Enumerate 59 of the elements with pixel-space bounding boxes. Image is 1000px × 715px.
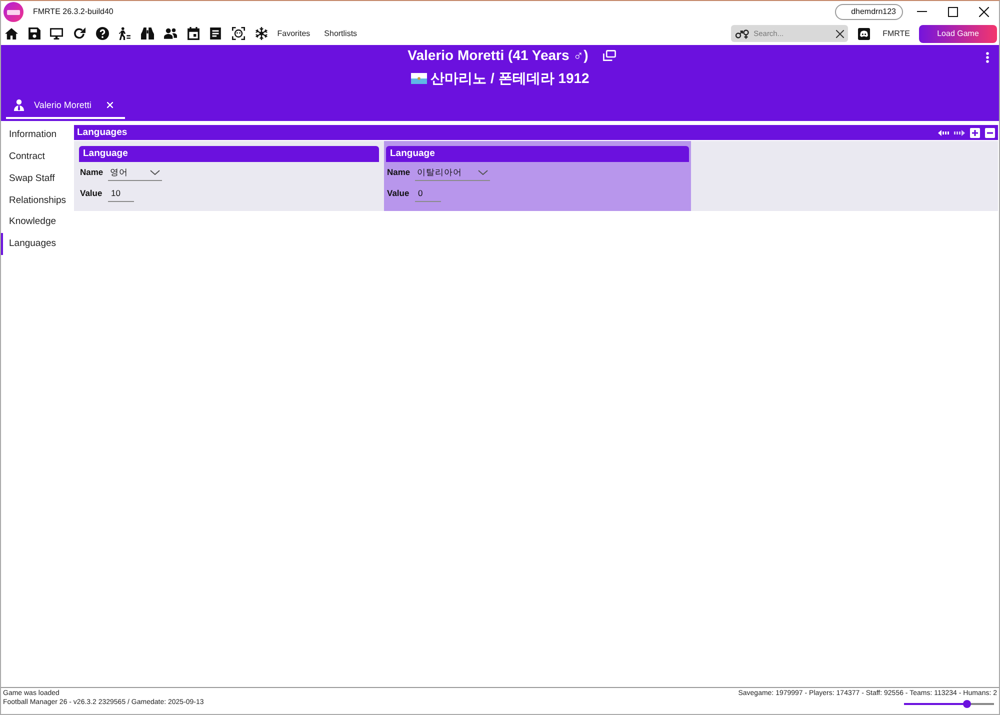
toolbar-link[interactable]: Favorites: [277, 28, 310, 38]
document-icon[interactable]: [209, 27, 222, 40]
language-card[interactable]: Language Name 영어 Value 10: [77, 141, 381, 211]
value-field[interactable]: 0: [415, 185, 441, 202]
app-logo-icon: [3, 2, 24, 22]
field-label: Value: [80, 188, 104, 199]
user-name[interactable]: dhemdrn123: [835, 4, 903, 20]
sidebar-item[interactable]: Swap Staff: [1, 168, 73, 190]
field-label: Name: [80, 167, 104, 178]
minimize-icon: [916, 11, 926, 12]
walking-person-icon[interactable]: [118, 27, 132, 40]
field-label: Name: [387, 167, 412, 178]
zoom-slider[interactable]: [904, 703, 994, 706]
face-frame-icon[interactable]: [232, 27, 245, 40]
chat-icon[interactable]: [858, 28, 870, 40]
slider-thumb[interactable]: [963, 700, 971, 708]
expand-icon[interactable]: [970, 128, 980, 138]
calendar-icon[interactable]: [186, 27, 200, 40]
flag-icon: [410, 72, 427, 84]
gender-icon[interactable]: [734, 28, 750, 38]
nation-club-text: 산마리노 / 폰테데라 1912: [430, 70, 590, 87]
home-icon[interactable]: [5, 27, 18, 40]
staff-title: Valerio Moretti (41 Years ♂): [408, 47, 588, 64]
windows-icon[interactable]: [603, 50, 616, 61]
collapse-icon[interactable]: [985, 128, 995, 138]
arrow-right-icon[interactable]: [954, 130, 965, 136]
close-icon: [978, 6, 988, 16]
card-title: Language: [386, 146, 689, 162]
staff-tab[interactable]: Valerio Moretti: [6, 93, 126, 119]
help-icon[interactable]: [96, 27, 109, 40]
value-field[interactable]: 10: [108, 185, 134, 202]
monitor-icon[interactable]: [50, 27, 64, 40]
maximize-icon: [948, 6, 958, 16]
sidebar-item[interactable]: Relationships: [1, 189, 73, 212]
field-label: Value: [387, 188, 410, 199]
refresh-icon[interactable]: [73, 27, 86, 40]
fmrte-link[interactable]: FMRTE: [882, 28, 910, 38]
sidebar-item[interactable]: Languages: [1, 232, 73, 255]
snowflake-icon[interactable]: [254, 27, 268, 40]
card-title: Language: [79, 146, 379, 162]
name-dropdown[interactable]: 영어: [108, 164, 162, 181]
person-icon: [14, 99, 24, 111]
arrow-left-icon[interactable]: [938, 130, 949, 136]
chevron-down-icon: [150, 170, 160, 174]
sidebar-item[interactable]: Contract: [1, 146, 73, 168]
language-card[interactable]: Language Name 이탈리아어 Value 0: [384, 141, 691, 211]
people-icon[interactable]: [164, 27, 177, 40]
more-icon[interactable]: [986, 52, 988, 63]
binoculars-icon[interactable]: [141, 27, 154, 40]
panel-title: Languages: [77, 126, 128, 138]
window-title: FMRTE 26.3.2-build40: [33, 6, 114, 16]
sidebar-item[interactable]: Information: [1, 124, 73, 146]
close-icon[interactable]: [107, 102, 114, 108]
toolbar-link[interactable]: Shortlists: [324, 28, 358, 38]
load-game-button[interactable]: Load Game: [919, 24, 997, 42]
name-dropdown[interactable]: 이탈리아어: [415, 164, 490, 181]
sidebar-item[interactable]: Knowledge: [1, 211, 73, 233]
clear-icon[interactable]: [836, 30, 844, 38]
chevron-down-icon: [478, 170, 488, 174]
